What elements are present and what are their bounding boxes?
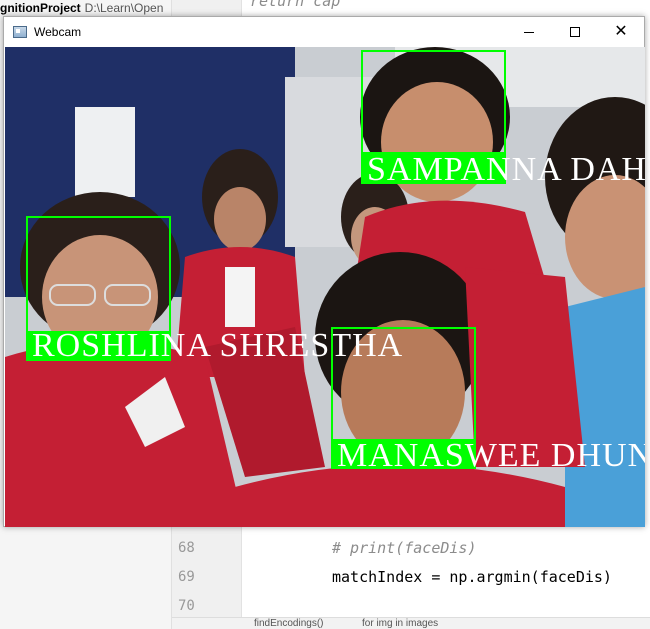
minimize-button[interactable]	[506, 17, 552, 47]
face-box	[331, 327, 476, 441]
code-line-top: return cap	[250, 0, 341, 10]
breadcrumb-item[interactable]: for img in images	[362, 618, 438, 629]
window-app-icon	[13, 26, 27, 38]
window-title: Webcam	[34, 25, 82, 39]
maximize-icon	[570, 27, 580, 37]
close-icon: ✕	[614, 23, 628, 40]
face-box	[361, 50, 506, 154]
webcam-frame: SAMPANNA DAHAL ROSHLINA SHRESTHA MANASWE…	[5, 47, 645, 527]
close-button[interactable]: ✕	[598, 17, 644, 47]
code-line[interactable]: # print(faceDis)	[332, 539, 477, 557]
face-box	[26, 216, 171, 333]
breadcrumb-item[interactable]: findEncodings()	[254, 618, 323, 629]
project-header[interactable]: gnitionProject D:\Learn\Open	[0, 1, 163, 15]
project-name: gnitionProject	[0, 1, 81, 15]
window-titlebar[interactable]: Webcam ✕	[4, 17, 644, 47]
minimize-icon	[524, 31, 534, 33]
breadcrumb-bar: findEncodings() for img in images	[172, 617, 650, 629]
webcam-window[interactable]: Webcam ✕ SAMPANNA DAH ROSHLINA SHRESTHA …	[3, 16, 645, 527]
face-name-label: MANASWEE DHUNGANA	[337, 437, 645, 474]
line-number: 69	[178, 569, 195, 585]
code-line[interactable]: matchIndex = np.argmin(faceDis)	[332, 568, 612, 586]
maximize-button[interactable]	[552, 17, 598, 47]
project-path: D:\Learn\Open	[84, 1, 164, 15]
line-number: 68	[178, 540, 195, 556]
line-number: 70	[178, 598, 195, 614]
face-name-label: SAMPANNA DAHAL	[367, 151, 645, 188]
